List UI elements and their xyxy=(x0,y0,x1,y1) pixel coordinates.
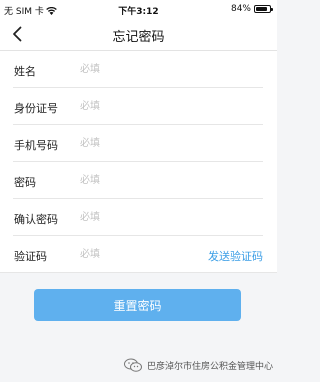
nav-bar: 忘记密码 xyxy=(0,18,277,51)
confirm-password-label: 确认密码 xyxy=(14,213,58,226)
wechat-icon xyxy=(123,358,142,372)
form-row-confirm-password: 确认密码 xyxy=(0,199,277,236)
form-row-phone: 手机号码 xyxy=(0,125,277,162)
battery-icon xyxy=(254,5,273,13)
form-row-name: 姓名 xyxy=(0,51,277,88)
phone-label: 手机号码 xyxy=(14,139,58,152)
forgot-password-form: 姓名 身份证号 手机号码 密码 确认密码 验证码 发送验证码 xyxy=(0,51,277,273)
watermark-text: 巴彦淖尔市住房公积金管理中心 xyxy=(146,361,273,372)
reset-password-button[interactable]: 重置密码 xyxy=(34,289,241,321)
battery-percent: 84% xyxy=(230,4,251,14)
form-row-verification-code: 验证码 发送验证码 xyxy=(0,236,277,273)
confirm-password-field[interactable] xyxy=(80,208,190,226)
password-label: 密码 xyxy=(14,176,36,189)
page-title: 忘记密码 xyxy=(112,30,165,45)
id-number-field[interactable] xyxy=(80,97,190,115)
send-code-button[interactable]: 发送验证码 xyxy=(208,248,263,264)
status-right: 84% xyxy=(230,4,273,14)
form-row-id-number: 身份证号 xyxy=(0,88,277,125)
name-field[interactable] xyxy=(80,60,190,78)
status-bar: 无 SIM 卡 下午3:12 84% xyxy=(0,0,277,18)
battery-tip xyxy=(271,8,273,11)
verification-code-label: 验证码 xyxy=(14,250,47,263)
name-label: 姓名 xyxy=(14,65,36,78)
password-field[interactable] xyxy=(80,171,190,189)
battery-fill xyxy=(256,7,267,11)
id-number-label: 身份证号 xyxy=(14,102,58,115)
watermark: 巴彦淖尔市住房公积金管理中心 xyxy=(123,358,273,372)
verification-code-field[interactable] xyxy=(80,245,190,263)
form-row-password: 密码 xyxy=(0,162,277,199)
phone-field[interactable] xyxy=(80,134,190,152)
